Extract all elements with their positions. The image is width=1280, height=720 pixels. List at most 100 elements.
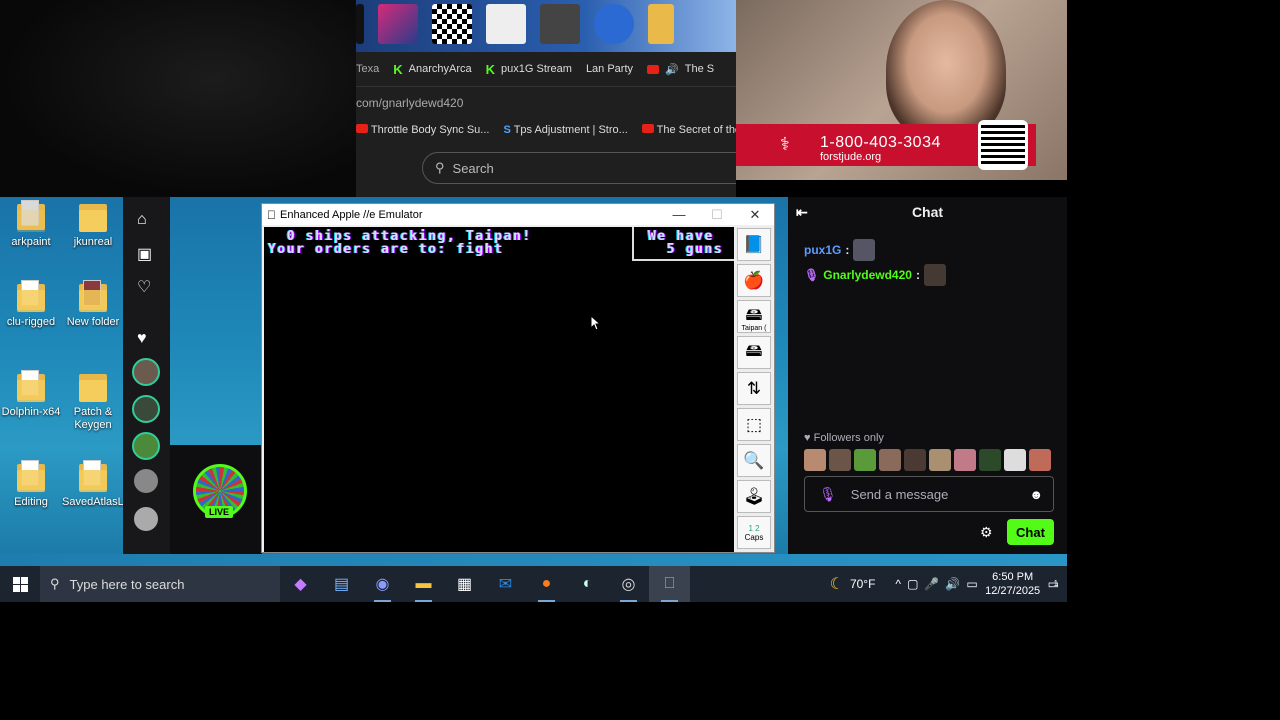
- send-chat-button[interactable]: Chat: [1007, 519, 1054, 545]
- file-explorer-icon[interactable]: ▬: [403, 566, 444, 602]
- bookmark[interactable]: Throttle Body Sync Su...: [356, 124, 489, 136]
- emote-button[interactable]: [854, 449, 876, 471]
- tab[interactable]: 🔊 The S: [647, 63, 714, 76]
- copilot-icon[interactable]: ◆: [280, 566, 321, 602]
- emote-image: [923, 264, 946, 286]
- clock[interactable]: 6:50 PM 12/27/2025: [984, 570, 1042, 598]
- channel-avatar[interactable]: [132, 505, 160, 533]
- desktop-icon[interactable]: Patch & Keygen: [62, 370, 124, 432]
- followers-only-notice: ♥ Followers only: [804, 432, 884, 444]
- meet-now-icon[interactable]: ▢: [907, 577, 918, 591]
- edge-thumbnail[interactable]: [594, 4, 634, 44]
- close-button[interactable]: ✕: [736, 207, 774, 223]
- chevron-up-icon[interactable]: ^: [895, 577, 901, 591]
- chat-message: 🎙 Gnarlydewd420:: [804, 264, 946, 286]
- discord-icon[interactable]: ◉: [362, 566, 403, 602]
- taskbar-search-input[interactable]: ⚲ Type here to search: [40, 566, 280, 602]
- desktop-icon[interactable]: Editing: [0, 460, 62, 509]
- folder-thumbnail[interactable]: [648, 4, 674, 44]
- emulator-window:  Enhanced Apple //e Emulator — ☐ ✕ 0 sh…: [261, 203, 775, 553]
- minimize-button[interactable]: —: [660, 207, 698, 222]
- weather-temp[interactable]: 70°F: [850, 577, 875, 591]
- emote-button[interactable]: [1004, 449, 1026, 471]
- emote-button[interactable]: [879, 449, 901, 471]
- stjude-ad-overlay: ⚕ 1-800-403-3034 forstjude.org: [736, 0, 1067, 180]
- site-thumbnail[interactable]: [378, 4, 418, 44]
- caps-lock-indicator: 1 2 Caps: [737, 516, 771, 549]
- channel-avatar[interactable]: [132, 395, 160, 423]
- reset-apple-icon[interactable]: 🍎: [737, 264, 771, 297]
- emote-button[interactable]: [954, 449, 976, 471]
- tab[interactable]: K AnarchyArca: [393, 62, 471, 77]
- maximize-button[interactable]: ☐: [698, 207, 736, 223]
- weather-moon-icon[interactable]: ☾: [830, 574, 844, 594]
- site-thumbnail[interactable]: [540, 4, 580, 44]
- pinned-sites: [356, 0, 736, 52]
- firefox-icon[interactable]: ●: [526, 566, 567, 602]
- settings-joystick-icon[interactable]: 🕹: [737, 480, 771, 513]
- address-bar[interactable]: com/gnarlydewd420: [356, 86, 736, 118]
- drive2-icon[interactable]: 🖴: [737, 336, 771, 369]
- site-thumbnail[interactable]: [486, 4, 526, 44]
- desktop-icon[interactable]: arkpaint: [0, 200, 62, 249]
- store-icon[interactable]: ▦: [444, 566, 485, 602]
- explorer-app-icon[interactable]: ▤: [321, 566, 362, 602]
- qr-code-icon: [978, 120, 1028, 170]
- site-thumbnail[interactable]: [432, 4, 472, 44]
- emote-button[interactable]: [829, 449, 851, 471]
- swap-drives-icon[interactable]: ⇅: [737, 372, 771, 405]
- tab[interactable]: Lan Party: [586, 63, 633, 75]
- drive1-icon[interactable]: 🖴 Taipan (: [737, 300, 771, 333]
- screen: Texa K AnarchyArca Kpux1G Stream Lan Part…: [0, 0, 1280, 720]
- desktop-icon[interactable]: Dolphin-x64: [0, 370, 62, 419]
- desktop-icon[interactable]: clu-rigged: [0, 280, 62, 329]
- emulator-screen[interactable]: 0 ships attacking, Taipan! Your orders a…: [264, 227, 734, 552]
- chat-settings-gear-icon[interactable]: ⚙: [980, 524, 993, 541]
- folder-icon: [17, 280, 45, 312]
- emote-button[interactable]: [979, 449, 1001, 471]
- outlook-icon[interactable]: ✉: [485, 566, 526, 602]
- debugger-magnifier-icon[interactable]: 🔍: [737, 444, 771, 477]
- bookmark[interactable]: S Tps Adjustment | Stro...: [503, 124, 627, 136]
- emoji-picker-icon[interactable]: ☻: [1029, 487, 1043, 502]
- bookmark[interactable]: The Secret of the Uni: [641, 124, 736, 136]
- emote-button[interactable]: [904, 449, 926, 471]
- collapse-chat-icon[interactable]: ⇤: [796, 204, 808, 221]
- browse-icon[interactable]: ▣: [137, 244, 152, 264]
- tab[interactable]: Texa: [356, 63, 379, 75]
- mic-icon[interactable]: 🎙: [819, 486, 837, 503]
- chat-username[interactable]: pux1G: [804, 243, 841, 257]
- chat-message-input[interactable]: 🎙 Send a message ☻: [804, 476, 1054, 512]
- chat-username[interactable]: Gnarlydewd420: [823, 268, 912, 282]
- channel-avatar[interactable]: [132, 432, 160, 460]
- notifications-icon[interactable]: ▭ 1: [1048, 577, 1059, 591]
- apple-emulator-taskbar-icon[interactable]: : [649, 566, 690, 602]
- home-icon[interactable]: ⌂: [137, 211, 147, 229]
- chat-header: ⇤ Chat: [788, 197, 1067, 227]
- heart-outline-icon[interactable]: ♡: [137, 277, 151, 297]
- search-icon: ⚲: [435, 160, 445, 175]
- help-book-icon[interactable]: 📘: [737, 228, 771, 261]
- desktop-icon[interactable]: New folder: [62, 280, 124, 329]
- start-button[interactable]: [0, 566, 40, 602]
- ad-site: forstjude.org: [820, 151, 882, 163]
- fullscreen-icon[interactable]: ⬚: [737, 408, 771, 441]
- network-icon[interactable]: ▭: [966, 577, 977, 591]
- steam-icon[interactable]: ◐: [567, 566, 608, 602]
- search-input[interactable]: ⚲ Search: [422, 152, 736, 184]
- folder-icon: [79, 460, 107, 492]
- following-heart-icon[interactable]: ♥: [137, 330, 147, 348]
- tab[interactable]: Kpux1G Stream: [486, 62, 572, 77]
- window-titlebar[interactable]:  Enhanced Apple //e Emulator — ☐ ✕: [262, 204, 774, 225]
- channel-avatar[interactable]: [132, 358, 160, 386]
- desktop-icon[interactable]: jkunreal: [62, 200, 124, 249]
- emote-button[interactable]: [929, 449, 951, 471]
- obs-icon[interactable]: ◎: [608, 566, 649, 602]
- microphone-icon[interactable]: 🎤: [924, 577, 939, 591]
- channel-avatar[interactable]: [132, 467, 160, 495]
- desktop-icon[interactable]: SavedAtlasL...: [62, 460, 133, 509]
- emote-button[interactable]: [1029, 449, 1051, 471]
- emote-bar: [804, 449, 1051, 471]
- emote-button[interactable]: [804, 449, 826, 471]
- volume-icon[interactable]: 🔊: [945, 577, 960, 591]
